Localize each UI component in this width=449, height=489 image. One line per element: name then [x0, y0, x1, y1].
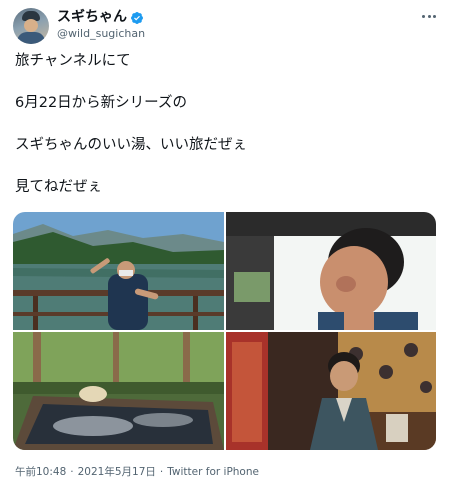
- media-grid: [13, 212, 436, 450]
- tweet-text-line: 6月22日から新シリーズの: [15, 95, 187, 111]
- tweet-text-line: スギちゃんのいい湯、いい旅だぜぇ: [15, 137, 247, 153]
- tweet-text-line: 見てねだぜぇ: [15, 179, 102, 195]
- verified-badge-icon: [131, 11, 143, 24]
- more-options-icon[interactable]: [418, 8, 440, 24]
- tweet-time[interactable]: 午前10:48: [15, 466, 66, 478]
- tweet-card: スギちゃん @wild_sugichan 旅チャンネルにて 6月22日から新シリ…: [0, 0, 449, 489]
- author-handle[interactable]: @wild_sugichan: [57, 27, 145, 41]
- avatar[interactable]: [13, 8, 49, 44]
- tweet-source[interactable]: Twitter for iPhone: [167, 466, 259, 478]
- tweet-date[interactable]: 2021年5月17日: [78, 466, 156, 478]
- media-photo-bath[interactable]: [13, 332, 224, 450]
- tweet-meta: 午前10:48 · 2021年5月17日 · Twitter for iPhone: [15, 465, 259, 479]
- media-photo-lake[interactable]: [13, 212, 224, 330]
- author-name-row[interactable]: スギちゃん: [57, 9, 144, 26]
- meta-separator: ·: [159, 466, 164, 478]
- tweet-text-line: 旅チャンネルにて: [15, 53, 131, 69]
- author-display-name[interactable]: スギちゃん: [57, 9, 127, 26]
- media-photo-closeup[interactable]: [226, 212, 436, 330]
- media-photo-room[interactable]: [226, 332, 436, 450]
- meta-separator: ·: [70, 466, 74, 478]
